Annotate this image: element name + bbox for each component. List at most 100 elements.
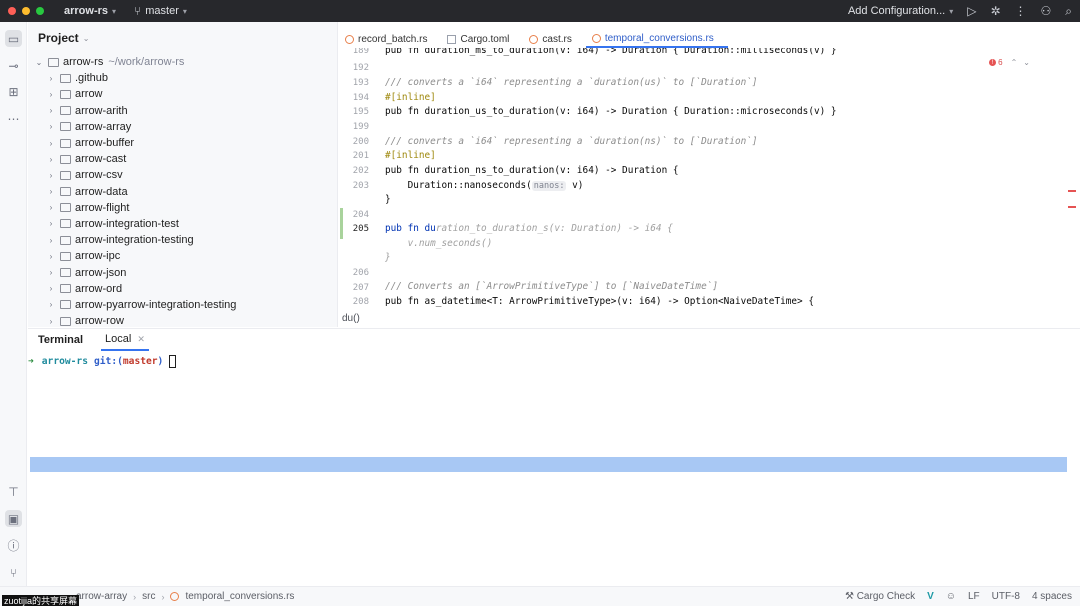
tree-item[interactable]: › arrow-flight bbox=[28, 200, 337, 216]
tree-item-label: arrow-ord bbox=[75, 282, 123, 295]
run-configuration-selector[interactable]: Add Configuration... ▾ bbox=[848, 5, 953, 17]
terminal-panel: Terminal Local ✕ ➜ arrow-rs git:(master) bbox=[28, 328, 1080, 584]
tree-item[interactable]: › arrow-json bbox=[28, 264, 337, 280]
tree-item[interactable]: › arrow-integration-testing bbox=[28, 232, 337, 248]
line-number: 203 bbox=[352, 181, 369, 191]
terminal-selection[interactable] bbox=[30, 457, 1067, 472]
debug-icon[interactable]: ✲ bbox=[990, 4, 1000, 18]
zoom-window-button[interactable] bbox=[36, 7, 44, 15]
project-switcher[interactable]: arrow-rs ▾ bbox=[64, 5, 116, 17]
project-panel-title: Project bbox=[38, 31, 79, 45]
line-number: 195 bbox=[352, 107, 369, 117]
tree-item-label: arrow-flight bbox=[75, 201, 130, 214]
editor-breadcrumb[interactable]: du() bbox=[342, 313, 360, 324]
editor-tabs: record_batch.rs Cargo.toml cast.rs tempo… bbox=[339, 30, 1080, 48]
error-stripe-marker[interactable] bbox=[1068, 190, 1076, 192]
rust-icon bbox=[591, 33, 601, 43]
toml-icon bbox=[447, 34, 457, 44]
chevron-down-icon[interactable]: ⌄ bbox=[34, 58, 44, 67]
inline-completion: } bbox=[385, 252, 391, 263]
copilot-icon[interactable]: ☺ bbox=[946, 591, 956, 602]
add-user-icon[interactable]: ⚇ bbox=[1041, 4, 1052, 18]
chevron-right-icon[interactable]: › bbox=[46, 122, 56, 131]
project-folder-icon[interactable]: ▭ bbox=[5, 30, 22, 47]
tree-item[interactable]: › arrow-row bbox=[28, 313, 337, 327]
folder-icon bbox=[60, 203, 71, 213]
chevron-right-icon[interactable]: › bbox=[46, 74, 56, 83]
tree-item[interactable]: › arrow-arith bbox=[28, 103, 337, 119]
chevron-right-icon[interactable]: › bbox=[46, 219, 56, 228]
tab-record-batch[interactable]: record_batch.rs bbox=[339, 30, 441, 48]
code-editor[interactable]: ! 6 ⌃⌄ 189 192 193 194 195 199 200 201 2… bbox=[339, 48, 1080, 312]
tree-item[interactable]: › arrow bbox=[28, 86, 337, 102]
tree-item-label: arrow-csv bbox=[75, 169, 123, 182]
tree-item[interactable]: › arrow-ord bbox=[28, 281, 337, 297]
close-icon[interactable]: ✕ bbox=[137, 334, 145, 345]
chevron-right-icon[interactable]: › bbox=[46, 284, 56, 293]
error-stripe-marker[interactable] bbox=[1068, 206, 1076, 208]
branch-switcher[interactable]: ⑂ master ▾ bbox=[134, 4, 187, 18]
breadcrumb-item[interactable]: temporal_conversions.rs bbox=[185, 591, 294, 602]
tree-item[interactable]: › arrow-cast bbox=[28, 151, 337, 167]
indent-setting[interactable]: 4 spaces bbox=[1032, 591, 1072, 602]
chevron-right-icon[interactable]: › bbox=[46, 300, 56, 309]
tree-item[interactable]: › .github bbox=[28, 70, 337, 86]
build-icon[interactable]: ⊤ bbox=[5, 483, 22, 500]
more-icon[interactable]: ⋯ bbox=[5, 110, 22, 127]
chevron-right-icon[interactable]: › bbox=[46, 90, 56, 99]
minimize-window-button[interactable] bbox=[22, 7, 30, 15]
tree-root[interactable]: ⌄ arrow-rs ~/work/arrow-rs bbox=[28, 54, 337, 70]
project-panel-header[interactable]: Project ⌄ bbox=[28, 22, 337, 54]
chevron-right-icon[interactable]: › bbox=[46, 236, 56, 245]
tab-label: Cargo.toml bbox=[460, 33, 510, 45]
vim-icon[interactable]: V bbox=[927, 591, 934, 602]
search-icon[interactable]: ⌕ bbox=[1065, 4, 1072, 19]
chevron-right-icon[interactable]: › bbox=[46, 106, 56, 115]
doc-comment: /// Converts an [`ArrowPrimitiveType`] t… bbox=[385, 281, 719, 292]
code-line: pub fn duration_ms_to_duration(v: i64) -… bbox=[385, 48, 837, 56]
more-icon[interactable]: ⋮ bbox=[1015, 4, 1027, 18]
terminal-icon[interactable]: ▣ bbox=[5, 510, 22, 527]
chevron-right-icon[interactable]: › bbox=[46, 203, 56, 212]
chevron-right-icon[interactable]: › bbox=[46, 139, 56, 148]
tree-item[interactable]: › arrow-data bbox=[28, 184, 337, 200]
terminal-prompt[interactable]: ➜ arrow-rs git:(master) bbox=[28, 355, 177, 368]
tree-item[interactable]: › arrow-integration-test bbox=[28, 216, 337, 232]
tree-item[interactable]: › arrow-pyarrow-integration-testing bbox=[28, 297, 337, 313]
project-tree: ⌄ arrow-rs ~/work/arrow-rs › .github › arro… bbox=[28, 54, 337, 327]
vcs-change-marker[interactable] bbox=[340, 208, 343, 239]
error-icon: ! bbox=[989, 59, 997, 66]
close-window-button[interactable] bbox=[8, 7, 16, 15]
chevron-right-icon[interactable]: › bbox=[46, 155, 56, 164]
branch-name: master bbox=[145, 5, 179, 17]
chevron-right-icon[interactable]: › bbox=[46, 268, 56, 277]
chevron-right-icon[interactable]: › bbox=[46, 317, 56, 326]
tab-cargo-toml[interactable]: Cargo.toml bbox=[441, 30, 523, 48]
terminal-cursor bbox=[169, 355, 177, 368]
code-line: pub fn as_datetime<T: ArrowPrimitiveType… bbox=[385, 296, 814, 307]
chevron-right-icon[interactable]: › bbox=[46, 171, 56, 180]
tree-item[interactable]: › arrow-csv bbox=[28, 167, 337, 183]
git-icon[interactable]: ⑂ bbox=[5, 564, 22, 581]
chevron-right-icon[interactable]: › bbox=[46, 187, 56, 196]
chevron-right-icon[interactable]: › bbox=[46, 252, 56, 261]
cargo-check-widget[interactable]: ⚒ Cargo Check bbox=[845, 591, 915, 602]
problems-icon[interactable]: ⓘ bbox=[5, 537, 22, 554]
run-icon[interactable]: ▷ bbox=[967, 4, 976, 18]
line-number: 208 bbox=[352, 297, 369, 307]
terminal-tabs: Terminal Local ✕ bbox=[28, 329, 1080, 351]
tab-temporal-conversions[interactable]: temporal_conversions.rs bbox=[585, 30, 728, 48]
tree-item[interactable]: › arrow-buffer bbox=[28, 135, 337, 151]
breadcrumb-item[interactable]: arrow-array bbox=[76, 591, 127, 602]
file-encoding[interactable]: UTF-8 bbox=[992, 591, 1020, 602]
tree-item[interactable]: › arrow-ipc bbox=[28, 248, 337, 264]
chevron-up-down-icon[interactable]: ⌃⌄ bbox=[1011, 58, 1036, 67]
tree-item[interactable]: › arrow-array bbox=[28, 119, 337, 135]
structure-icon[interactable]: ⊞ bbox=[5, 83, 22, 100]
breadcrumb-item[interactable]: src bbox=[142, 591, 155, 602]
tab-cast[interactable]: cast.rs bbox=[523, 30, 585, 48]
commit-icon[interactable]: ⊸ bbox=[5, 57, 22, 74]
tab-local[interactable]: Local ✕ bbox=[101, 329, 149, 351]
inspection-widget[interactable]: ! 6 ⌃⌄ bbox=[989, 58, 1036, 67]
line-separator[interactable]: LF bbox=[968, 591, 980, 602]
